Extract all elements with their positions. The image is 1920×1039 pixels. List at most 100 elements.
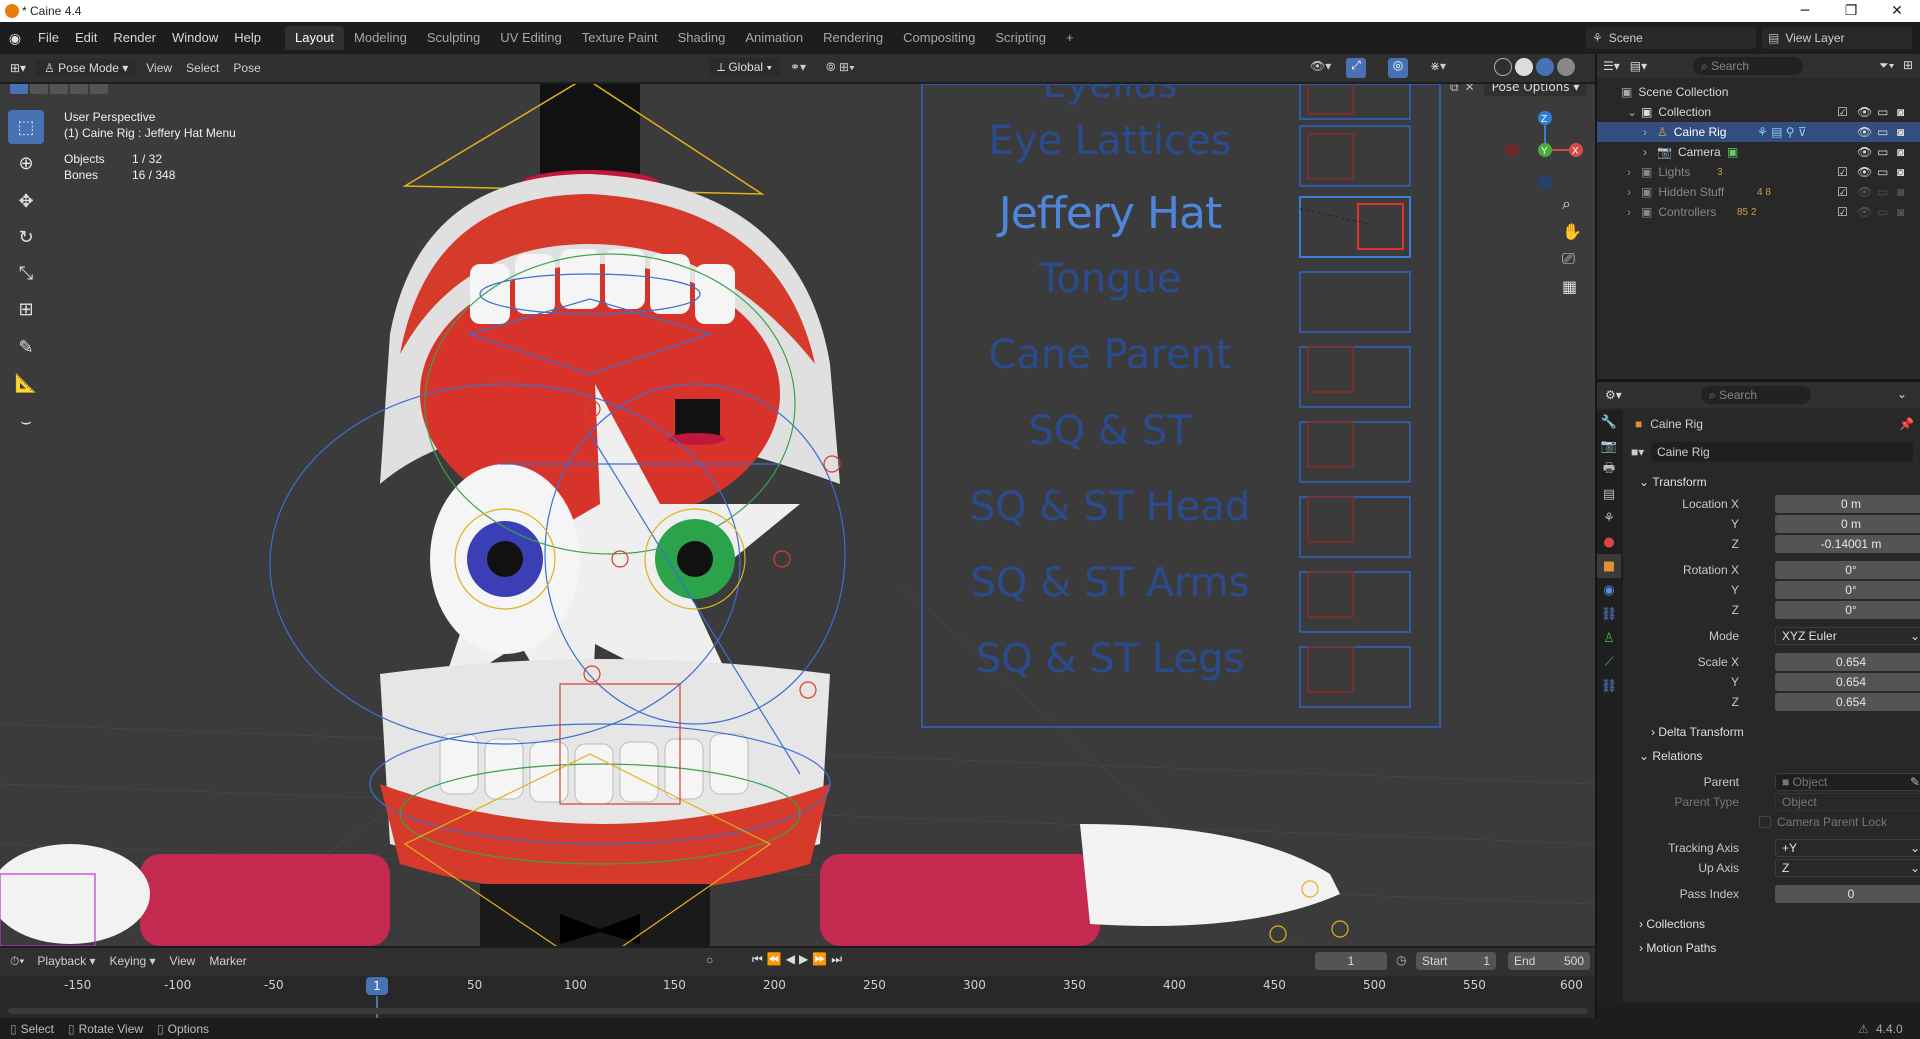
pivot-icon[interactable]: ⚭▾ xyxy=(790,60,806,74)
orientation-dropdown[interactable]: ⟂ Global ▾ xyxy=(709,58,781,77)
rotate-icon[interactable]: ↻ xyxy=(8,220,44,254)
constraints-tab-icon[interactable]: ⛓ xyxy=(1597,602,1621,626)
rig-menu-item-cane-parent[interactable]: Cane Parent xyxy=(940,332,1280,378)
play-icon[interactable]: ▶ xyxy=(799,952,812,966)
jump-end-icon[interactable]: ⏭ xyxy=(831,952,846,966)
pan-hand-icon[interactable]: ✋ xyxy=(1562,222,1582,241)
monitor-icon[interactable]: ▭ xyxy=(1877,125,1888,139)
expand-icon[interactable]: › xyxy=(1627,205,1641,219)
record-icon[interactable]: ○ xyxy=(706,953,713,967)
parent-type-dropdown[interactable]: Object xyxy=(1775,793,1920,811)
jump-start-icon[interactable]: ⏮ xyxy=(752,952,767,966)
workspace-tab-animation[interactable]: Animation xyxy=(735,26,813,50)
navigation-gizmo[interactable]: Z X Y xyxy=(1505,111,1583,189)
select-extend-icon[interactable] xyxy=(30,84,48,94)
render-camera-icon[interactable]: ◙ xyxy=(1897,165,1904,179)
mode-dropdown[interactable]: ♙ Pose Mode ▾ xyxy=(36,59,137,77)
playback-menu[interactable]: Playback ▾ xyxy=(30,952,102,970)
row-checkbox-icon[interactable]: ☑ xyxy=(1837,205,1848,219)
timeline-scrollbar[interactable] xyxy=(8,1008,1588,1014)
location-x-field[interactable]: 0 m xyxy=(1775,495,1920,513)
view-layer-tab-icon[interactable]: ▤ xyxy=(1597,482,1621,506)
clock-icon[interactable]: ◷ xyxy=(1396,953,1406,967)
cursor-icon[interactable]: ⊕ xyxy=(8,146,44,180)
object-tab-icon[interactable]: ■ xyxy=(1597,554,1621,578)
expand-icon[interactable]: ⌄ xyxy=(1627,105,1641,119)
snap-icon[interactable]: ⦾ ⊞▾ xyxy=(826,60,855,75)
world-tab-icon[interactable]: ● xyxy=(1597,530,1621,554)
location-z-field[interactable]: -0.14001 m xyxy=(1775,535,1920,553)
menu-edit[interactable]: Edit xyxy=(67,27,105,49)
bone-constraints-tab-icon[interactable]: ⛓ xyxy=(1597,674,1621,698)
rig-menu-item-sq-st-legs[interactable]: SQ & ST Legs xyxy=(940,636,1280,682)
delta-transform-section-header[interactable]: › Delta Transform xyxy=(1627,720,1920,744)
close-button[interactable]: ✕ xyxy=(1874,0,1920,22)
new-collection-icon[interactable]: ⊞ xyxy=(1903,58,1913,72)
scene-tab-icon[interactable]: ⚘ xyxy=(1597,506,1621,530)
xray-icon[interactable]: ⋇▾ xyxy=(1430,59,1446,73)
bone-tab-icon[interactable]: ⟋ xyxy=(1597,650,1621,674)
display-mode-icon[interactable]: ▤▾ xyxy=(1630,59,1647,73)
end-frame-field[interactable]: End 500 xyxy=(1508,952,1590,970)
menu-help[interactable]: Help xyxy=(226,27,269,49)
maximize-button[interactable]: ❐ xyxy=(1828,0,1874,22)
workspace-tab-rendering[interactable]: Rendering xyxy=(813,26,893,50)
tool-tab-icon[interactable]: 🔧 xyxy=(1597,410,1621,434)
scale-x-field[interactable]: 0.654 xyxy=(1775,653,1920,671)
rig-menu-item-eyelids[interactable]: Eyelids xyxy=(940,84,1280,106)
relax-pose-icon[interactable]: ⌣ xyxy=(8,404,44,438)
scale-z-field[interactable]: 0.654 xyxy=(1775,693,1920,711)
row-checkbox-icon[interactable]: ☑ xyxy=(1837,165,1848,179)
eye-icon[interactable]: 👁 xyxy=(1857,165,1872,179)
workspace-tab-layout[interactable]: Layout xyxy=(285,26,345,50)
eye-icon[interactable]: 👁 xyxy=(1857,185,1872,199)
timeline-view-menu[interactable]: View xyxy=(163,952,203,970)
outliner-row-collection[interactable]: ⌄ ▣ Collection ☑ 👁 ▭ ◙ xyxy=(1597,102,1920,122)
render-camera-icon[interactable]: ◙ xyxy=(1897,105,1904,119)
zoom-icon[interactable]: ⌕ xyxy=(1562,194,1582,214)
expand-icon[interactable]: › xyxy=(1643,125,1657,139)
rig-menu-item-eye-lattices[interactable]: Eye Lattices xyxy=(940,118,1280,164)
outliner-row-lights[interactable]: › ▣ Lights 3 ☑ 👁 ▭ ◙ xyxy=(1597,162,1920,182)
rotation-y-field[interactable]: 0° xyxy=(1775,581,1920,599)
workspace-tab-shading[interactable]: Shading xyxy=(668,26,736,50)
eye-icon[interactable]: 👁 xyxy=(1857,145,1872,159)
scene-collection-row[interactable]: ▣ Scene Collection xyxy=(1597,82,1920,102)
scale-icon[interactable]: ⤡ xyxy=(8,256,44,290)
menu-window[interactable]: Window xyxy=(164,27,226,49)
select-invert-icon[interactable] xyxy=(70,84,88,94)
transform-affect-icon[interactable]: ⧉ xyxy=(1450,84,1459,95)
location-y-field[interactable]: 0 m xyxy=(1775,515,1920,533)
rotation-z-field[interactable]: 0° xyxy=(1775,601,1920,619)
chevron-down-icon[interactable]: ⌄ xyxy=(1897,387,1907,401)
tracking-axis-dropdown[interactable]: +Y ⌄ xyxy=(1775,839,1920,857)
output-tab-icon[interactable]: 🖶 xyxy=(1597,458,1621,482)
outliner-row-hidden-stuff[interactable]: › ▣ Hidden Stuff 4 8 ☑ 👁 ▭ ◙ xyxy=(1597,182,1920,202)
workspace-tab-scripting[interactable]: Scripting xyxy=(985,26,1056,50)
move-icon[interactable]: ✥ xyxy=(8,184,44,218)
start-frame-field[interactable]: Start 1 xyxy=(1416,952,1496,970)
visibility-icon[interactable]: 👁▾ xyxy=(1310,59,1331,73)
up-axis-dropdown[interactable]: Z ⌄ xyxy=(1775,859,1920,877)
workspace-tab-compositing[interactable]: Compositing xyxy=(893,26,985,50)
parent-field[interactable]: ■ Object ✎ xyxy=(1775,773,1920,791)
outliner-row-caine-rig[interactable]: › ♙ Caine Rig ⚘ ▤ ⚲ ⊽ 👁 ▭ ◙ xyxy=(1597,122,1920,142)
transform-icon[interactable]: ⊞ xyxy=(8,292,44,326)
gizmo-toggle-icon[interactable]: ⤢ xyxy=(1346,58,1366,78)
blender-menu-icon[interactable]: ◉ xyxy=(0,30,30,47)
minimize-button[interactable]: ─ xyxy=(1782,0,1828,22)
measure-icon[interactable]: 📐 xyxy=(8,366,44,400)
eye-icon[interactable]: 👁 xyxy=(1857,205,1872,219)
row-checkbox-icon[interactable]: ☑ xyxy=(1837,185,1848,199)
scene-selector[interactable]: ⚘ Scene xyxy=(1586,27,1756,49)
scale-y-field[interactable]: 0.654 xyxy=(1775,673,1920,691)
mirror-x-icon[interactable]: ✕ xyxy=(1465,84,1475,94)
menu-select[interactable]: Select xyxy=(179,59,226,77)
select-intersect-icon[interactable] xyxy=(90,84,108,94)
motion-paths-section-header[interactable]: › Motion Paths xyxy=(1627,936,1920,960)
material-shading-icon[interactable] xyxy=(1536,58,1554,76)
collections-section-header[interactable]: › Collections xyxy=(1627,912,1920,936)
pin-icon[interactable]: 📌 xyxy=(1899,417,1914,431)
monitor-icon[interactable]: ▭ xyxy=(1877,205,1888,219)
rig-menu-item-sq-st[interactable]: SQ & ST xyxy=(940,408,1280,454)
